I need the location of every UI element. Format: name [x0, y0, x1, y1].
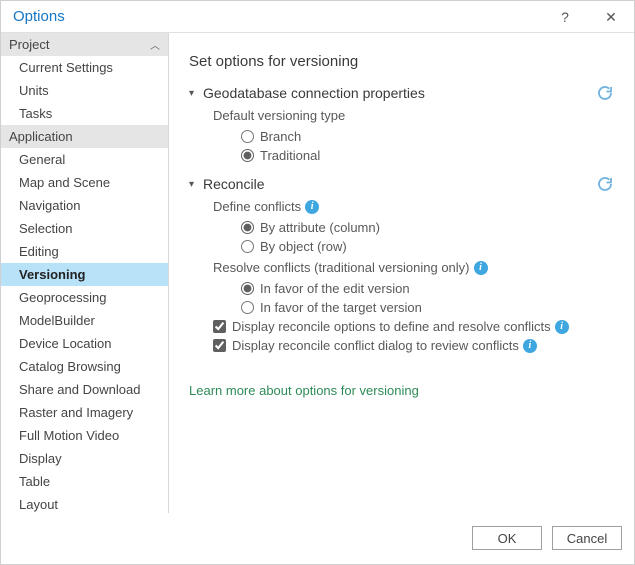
radio-by-attribute[interactable]: By attribute (column) [213, 218, 614, 237]
page-title: Set options for versioning [189, 53, 614, 70]
radio-traditional[interactable]: Traditional [213, 146, 614, 165]
section-label: Reconcile [203, 176, 596, 192]
dialog-footer: OK Cancel [1, 513, 634, 563]
info-icon[interactable]: i [305, 200, 319, 214]
radio-favor-edit-label: In favor of the edit version [260, 281, 410, 296]
sidebar-item-current-settings[interactable]: Current Settings [1, 56, 168, 79]
sidebar-item-share-and-download[interactable]: Share and Download [1, 378, 168, 401]
resolve-conflicts-label: Resolve conflicts (traditional versionin… [213, 260, 614, 275]
radio-traditional-label: Traditional [260, 148, 320, 163]
radio-favor-target[interactable]: In favor of the target version [213, 298, 614, 317]
sidebar-group-application[interactable]: Application [1, 125, 168, 148]
radio-traditional-input[interactable] [241, 149, 254, 162]
sidebar-item-units[interactable]: Units [1, 79, 168, 102]
sidebar-item-modelbuilder[interactable]: ModelBuilder [1, 309, 168, 332]
radio-branch-label: Branch [260, 129, 301, 144]
define-conflicts-label: Define conflicts i [213, 199, 614, 214]
check-display-dialog-input[interactable] [213, 339, 226, 352]
radio-favor-edit[interactable]: In favor of the edit version [213, 279, 614, 298]
close-button[interactable]: ✕ [588, 1, 634, 33]
sidebar-item-editing[interactable]: Editing [1, 240, 168, 263]
check-display-options-input[interactable] [213, 320, 226, 333]
info-icon[interactable]: i [474, 261, 488, 275]
sidebar-item-geoprocessing[interactable]: Geoprocessing [1, 286, 168, 309]
radio-favor-edit-input[interactable] [241, 282, 254, 295]
sidebar-item-catalog-browsing[interactable]: Catalog Browsing [1, 355, 168, 378]
reset-icon[interactable] [596, 175, 614, 193]
radio-favor-target-input[interactable] [241, 301, 254, 314]
check-display-options[interactable]: Display reconcile options to define and … [213, 317, 614, 336]
check-display-options-label: Display reconcile options to define and … [232, 319, 551, 334]
chevron-up-icon: ︿ [150, 37, 160, 52]
ok-button[interactable]: OK [472, 526, 542, 550]
sidebar-item-versioning[interactable]: Versioning [1, 263, 168, 286]
section-reconcile: ▾ Reconcile Define conflicts i By attrib… [189, 175, 614, 355]
section-geodatabase: ▾ Geodatabase connection properties Defa… [189, 84, 614, 165]
section-label: Geodatabase connection properties [203, 85, 596, 101]
sidebar-item-full-motion-video[interactable]: Full Motion Video [1, 424, 168, 447]
radio-favor-target-label: In favor of the target version [260, 300, 422, 315]
sidebar-item-navigation[interactable]: Navigation [1, 194, 168, 217]
radio-branch[interactable]: Branch [213, 127, 614, 146]
sidebar-item-device-location[interactable]: Device Location [1, 332, 168, 355]
sidebar-item-raster-and-imagery[interactable]: Raster and Imagery [1, 401, 168, 424]
info-icon[interactable]: i [523, 339, 537, 353]
section-head-reconcile[interactable]: ▾ Reconcile [189, 175, 614, 193]
radio-branch-input[interactable] [241, 130, 254, 143]
check-display-dialog-label: Display reconcile conflict dialog to rev… [232, 338, 519, 353]
sidebar-group-label: Project [9, 37, 49, 52]
sidebar-item-tasks[interactable]: Tasks [1, 102, 168, 125]
sidebar-item-selection[interactable]: Selection [1, 217, 168, 240]
default-versioning-label: Default versioning type [213, 108, 614, 123]
sidebar-group-project[interactable]: Project ︿ [1, 33, 168, 56]
main-panel: Set options for versioning ▾ Geodatabase… [169, 33, 634, 513]
radio-by-object-input[interactable] [241, 240, 254, 253]
cancel-button[interactable]: Cancel [552, 526, 622, 550]
learn-more-link[interactable]: Learn more about options for versioning [189, 383, 419, 398]
sidebar-item-table[interactable]: Table [1, 470, 168, 493]
content-area: Project ︿ Current Settings Units Tasks A… [1, 33, 634, 513]
chevron-down-icon: ▾ [189, 179, 203, 190]
sidebar-item-display[interactable]: Display [1, 447, 168, 470]
info-icon[interactable]: i [555, 320, 569, 334]
reset-icon[interactable] [596, 84, 614, 102]
check-display-dialog[interactable]: Display reconcile conflict dialog to rev… [213, 336, 614, 355]
sidebar-item-general[interactable]: General [1, 148, 168, 171]
sidebar-item-map-and-scene[interactable]: Map and Scene [1, 171, 168, 194]
radio-by-object[interactable]: By object (row) [213, 237, 614, 256]
window-title: Options [13, 8, 542, 25]
radio-by-object-label: By object (row) [260, 239, 347, 254]
radio-by-attribute-label: By attribute (column) [260, 220, 380, 235]
sidebar[interactable]: Project ︿ Current Settings Units Tasks A… [1, 33, 169, 513]
sidebar-item-layout[interactable]: Layout [1, 493, 168, 513]
section-head-geodatabase[interactable]: ▾ Geodatabase connection properties [189, 84, 614, 102]
help-button[interactable]: ? [542, 1, 588, 33]
radio-by-attribute-input[interactable] [241, 221, 254, 234]
chevron-down-icon: ▾ [189, 88, 203, 99]
titlebar: Options ? ✕ [1, 1, 634, 33]
sidebar-group-label: Application [9, 129, 73, 144]
